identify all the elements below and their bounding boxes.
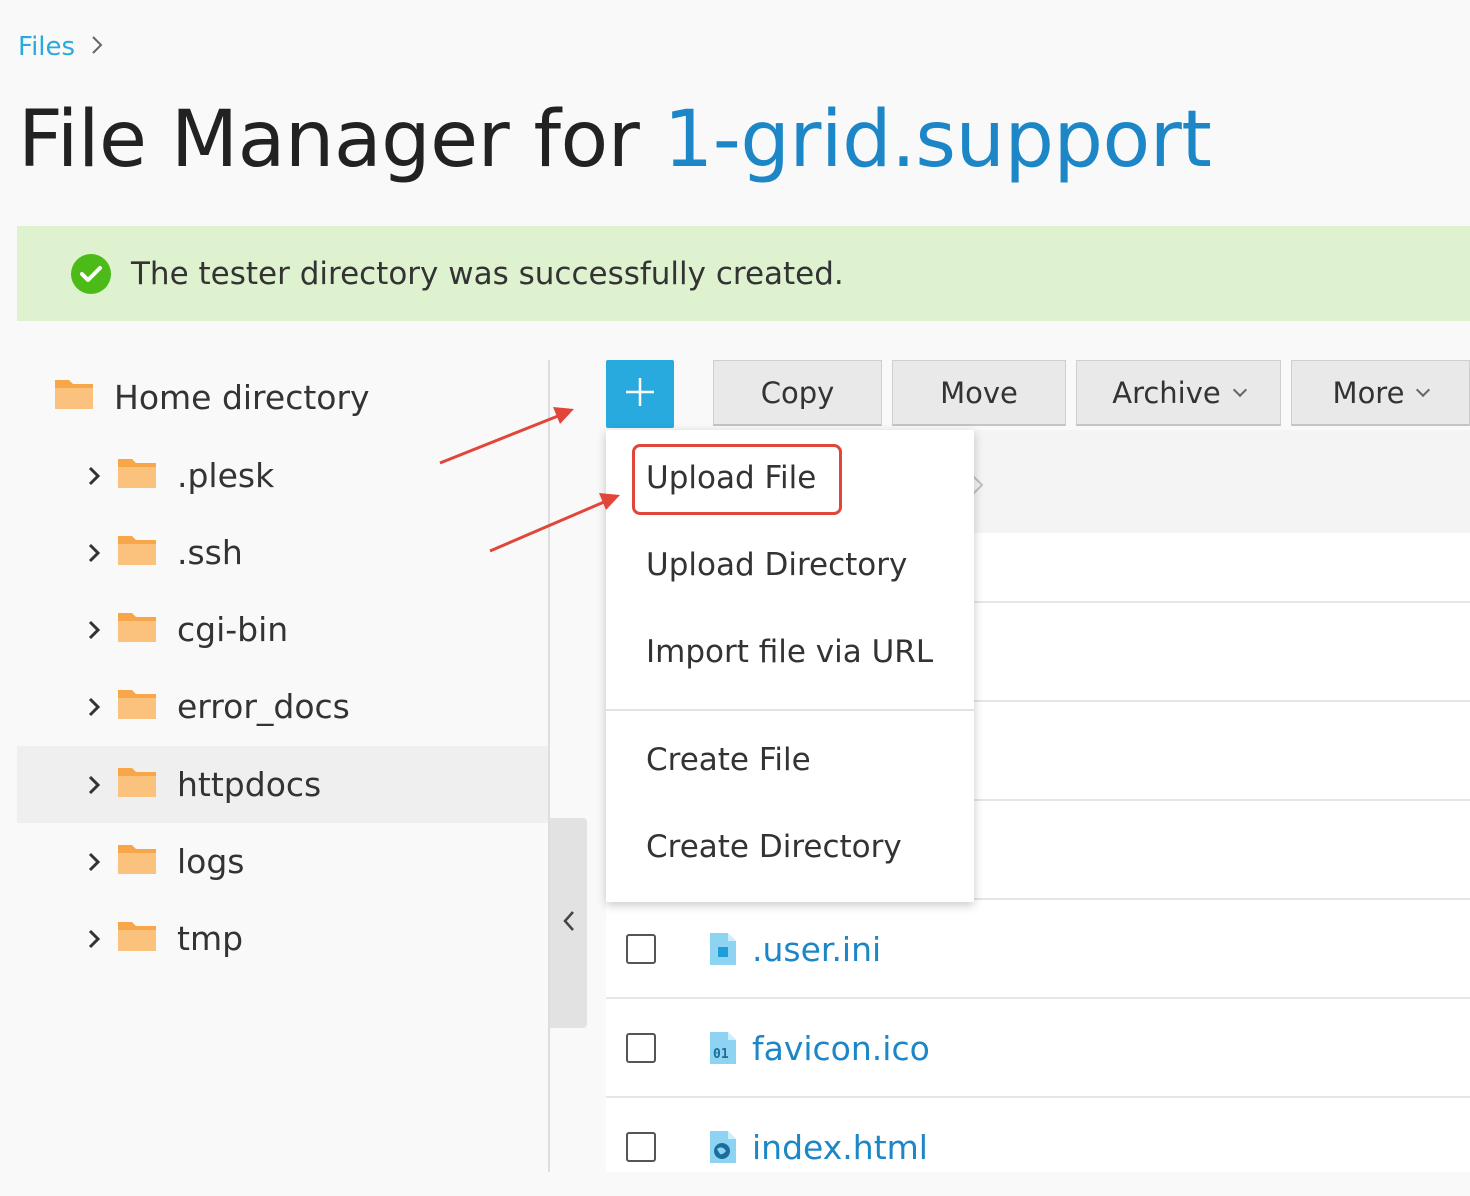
copy-button-label: Copy (760, 375, 835, 410)
menu-item-create-directory[interactable]: Create Directory (646, 829, 902, 865)
success-banner: The tester directory was successfully cr… (17, 226, 1470, 321)
chevron-down-icon (1232, 382, 1247, 397)
tree-item-label: cgi-bin (177, 610, 289, 649)
tree-item-error-docs[interactable]: error_docs (17, 668, 549, 745)
tree-root-home[interactable]: Home directory (54, 376, 370, 418)
tree-root-label: Home directory (114, 377, 370, 417)
add-button[interactable] (606, 360, 674, 428)
tree-item-cgi-bin[interactable]: cgi-bin (17, 591, 549, 668)
folder-icon (117, 686, 157, 728)
chevron-right-icon[interactable] (85, 852, 103, 872)
tree-item-label: tmp (177, 919, 244, 958)
row-checkbox[interactable] (626, 934, 656, 964)
chevron-right-icon[interactable] (85, 466, 103, 486)
menu-item-create-file[interactable]: Create File (646, 742, 811, 778)
plus-icon (623, 375, 657, 413)
menu-separator (606, 709, 974, 711)
breadcrumb-files-link[interactable]: Files (18, 32, 75, 62)
more-dropdown-button[interactable]: More (1291, 360, 1470, 426)
chevron-right-icon[interactable] (85, 697, 103, 717)
archive-dropdown-button[interactable]: Archive (1076, 360, 1281, 426)
web-file-icon (708, 1130, 738, 1164)
tree-item-httpdocs[interactable]: httpdocs (17, 746, 549, 823)
page-title: File Manager for 1-grid.support (18, 92, 1212, 188)
check-circle-icon (71, 253, 111, 294)
move-button[interactable]: Move (892, 360, 1066, 426)
archive-button-label: Archive (1112, 375, 1221, 410)
sidebar-divider (548, 360, 550, 1172)
file-link[interactable]: index.html (752, 1128, 928, 1167)
table-row: .user.ini (606, 900, 1470, 998)
row-checkbox[interactable] (626, 1033, 656, 1063)
folder-icon (117, 532, 157, 574)
tree-item-label: error_docs (177, 687, 350, 726)
chevron-right-icon[interactable] (85, 543, 103, 563)
folder-icon (117, 455, 157, 497)
binary-file-icon: 01 (708, 1031, 738, 1065)
folder-icon (117, 764, 157, 806)
table-row: 01 favicon.ico (606, 999, 1470, 1097)
svg-text:01: 01 (713, 1047, 729, 1062)
folder-icon (54, 376, 94, 418)
collapse-sidebar-button[interactable] (550, 818, 587, 1028)
success-message: The tester directory was successfully cr… (131, 255, 844, 292)
tree-item-tmp[interactable]: tmp (17, 900, 549, 977)
chevron-right-icon[interactable] (85, 620, 103, 640)
chevron-right-icon[interactable] (85, 775, 103, 795)
tree-item-plesk[interactable]: .plesk (17, 437, 549, 514)
more-button-label: More (1332, 375, 1405, 410)
breadcrumb: Files (18, 32, 103, 62)
row-checkbox[interactable] (626, 1132, 656, 1162)
file-link[interactable]: .user.ini (752, 930, 881, 969)
chevron-right-icon[interactable] (85, 929, 103, 949)
page-title-prefix: File Manager for (18, 95, 664, 185)
folder-icon (117, 841, 157, 883)
copy-button[interactable]: Copy (713, 360, 882, 426)
table-row: index.html (606, 1098, 1470, 1196)
tree-item-ssh[interactable]: .ssh (17, 514, 549, 591)
folder-icon (117, 918, 157, 960)
page-title-domain: 1-grid.support (663, 95, 1212, 185)
annotation-highlight-box (632, 444, 842, 515)
chevron-right-icon (91, 32, 103, 62)
menu-item-import-url[interactable]: Import file via URL (646, 634, 933, 670)
folder-icon (117, 609, 157, 651)
tree-item-label: .plesk (177, 456, 275, 495)
tree-item-label: httpdocs (177, 765, 322, 804)
tree-item-logs[interactable]: logs (17, 823, 549, 900)
move-button-label: Move (940, 375, 1018, 410)
tree-item-label: logs (177, 842, 245, 881)
tree-item-label: .ssh (177, 533, 243, 572)
file-link[interactable]: favicon.ico (752, 1029, 930, 1068)
chevron-left-icon (562, 910, 575, 936)
document-icon (708, 932, 738, 966)
chevron-down-icon (1416, 382, 1431, 397)
menu-item-upload-directory[interactable]: Upload Directory (646, 547, 907, 583)
